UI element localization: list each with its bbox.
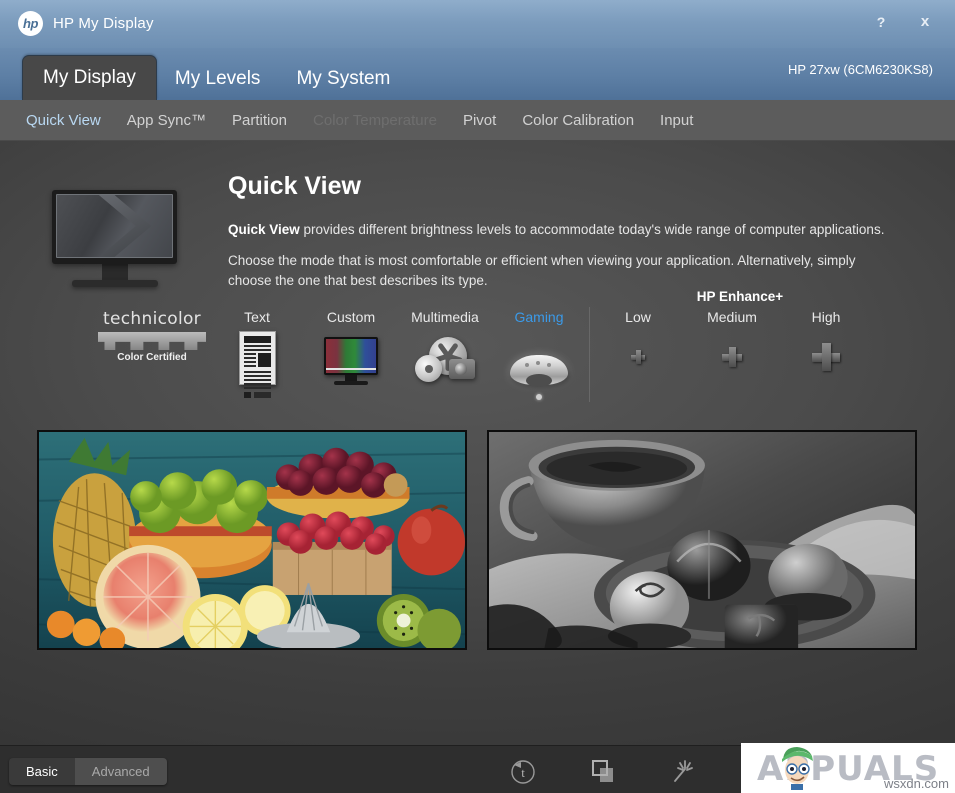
svg-text:t: t bbox=[521, 765, 525, 780]
monitor-model-label: HP 27xw (6CM6230KS8) bbox=[788, 62, 933, 77]
main-content: Quick View Quick View provides different… bbox=[0, 141, 955, 745]
monitor-chevron-graphic bbox=[91, 195, 152, 257]
subnav-item-quick-view[interactable]: Quick View bbox=[26, 112, 101, 129]
subnav-item-color-calibration[interactable]: Color Calibration bbox=[522, 112, 634, 129]
page-title: Quick View bbox=[228, 172, 361, 200]
close-button[interactable]: x bbox=[915, 14, 935, 29]
monitor-screen-inner bbox=[56, 194, 173, 258]
grayscale-coffee-photo bbox=[489, 432, 915, 648]
watermark-mascot-icon bbox=[782, 747, 813, 790]
enhance-level-high[interactable]: High bbox=[771, 309, 881, 379]
mode-gaming-indicator bbox=[536, 394, 542, 400]
title-bar: hp HP My Display ? x bbox=[0, 0, 955, 48]
description-paragraph-1-rest: provides different brightness levels to … bbox=[299, 222, 885, 237]
description-bold-lead: Quick View bbox=[228, 222, 300, 237]
subnav-item-partition[interactable]: Partition bbox=[232, 112, 287, 129]
subnav-item-input[interactable]: Input bbox=[660, 112, 693, 129]
magic-wand-icon[interactable] bbox=[668, 756, 698, 784]
subnav-item-app-sync[interactable]: App Sync™ bbox=[127, 112, 206, 129]
gamepad-icon bbox=[484, 333, 594, 387]
hp-enhance-title: HP Enhance+ bbox=[696, 289, 784, 304]
windows-icon[interactable] bbox=[588, 756, 618, 784]
sub-navigation: Quick View App Sync™ Partition Color Tem… bbox=[0, 100, 955, 141]
hp-logo-icon: hp bbox=[18, 11, 43, 36]
window-title: HP My Display bbox=[53, 15, 154, 32]
subnav-item-pivot[interactable]: Pivot bbox=[463, 112, 496, 129]
subnav-item-color-temperature: Color Temperature bbox=[313, 111, 437, 129]
tab-my-system[interactable]: My System bbox=[278, 57, 408, 100]
help-button[interactable]: ? bbox=[871, 15, 891, 29]
mode-gaming-label: Gaming bbox=[514, 309, 564, 325]
main-tabs: My Display My Levels My System bbox=[22, 52, 408, 100]
monitor-screen bbox=[52, 190, 177, 264]
monitor-illustration-icon bbox=[52, 190, 177, 287]
color-fruit-photo bbox=[39, 432, 465, 648]
hp-my-display-window: hp HP My Display ? x My Display My Level… bbox=[0, 0, 955, 793]
title-bar-left: hp HP My Display bbox=[18, 11, 154, 36]
appuals-watermark: APPUALS wsxdn.com bbox=[741, 743, 955, 793]
technicolor-subtitle: Color Certified bbox=[117, 352, 187, 363]
monitor-neck bbox=[101, 264, 128, 280]
description-paragraph-2: Choose the mode that is most comfortable… bbox=[228, 253, 856, 288]
description-paragraph-1: Quick View provides different brightness… bbox=[228, 222, 928, 237]
watermark-url: wsxdn.com bbox=[883, 776, 949, 791]
reset-icon[interactable]: t bbox=[508, 756, 538, 784]
preview-image-grayscale bbox=[487, 430, 917, 650]
tab-my-display[interactable]: My Display bbox=[22, 55, 157, 100]
technicolor-bar-graphic bbox=[98, 332, 206, 350]
technicolor-wordmark: technicolor bbox=[103, 309, 201, 329]
mode-gaming[interactable]: Gaming bbox=[484, 309, 594, 400]
preview-image-color bbox=[37, 430, 467, 650]
tab-my-levels[interactable]: My Levels bbox=[157, 57, 279, 100]
enhance-high-label: High bbox=[811, 309, 841, 325]
technicolor-badge: technicolor Color Certified bbox=[92, 309, 212, 363]
mode-selector-row: technicolor Color Certified Text Custom … bbox=[0, 289, 955, 419]
plus-large-icon bbox=[771, 335, 881, 379]
monitor-base bbox=[71, 280, 158, 287]
window-controls: ? x bbox=[871, 14, 935, 29]
